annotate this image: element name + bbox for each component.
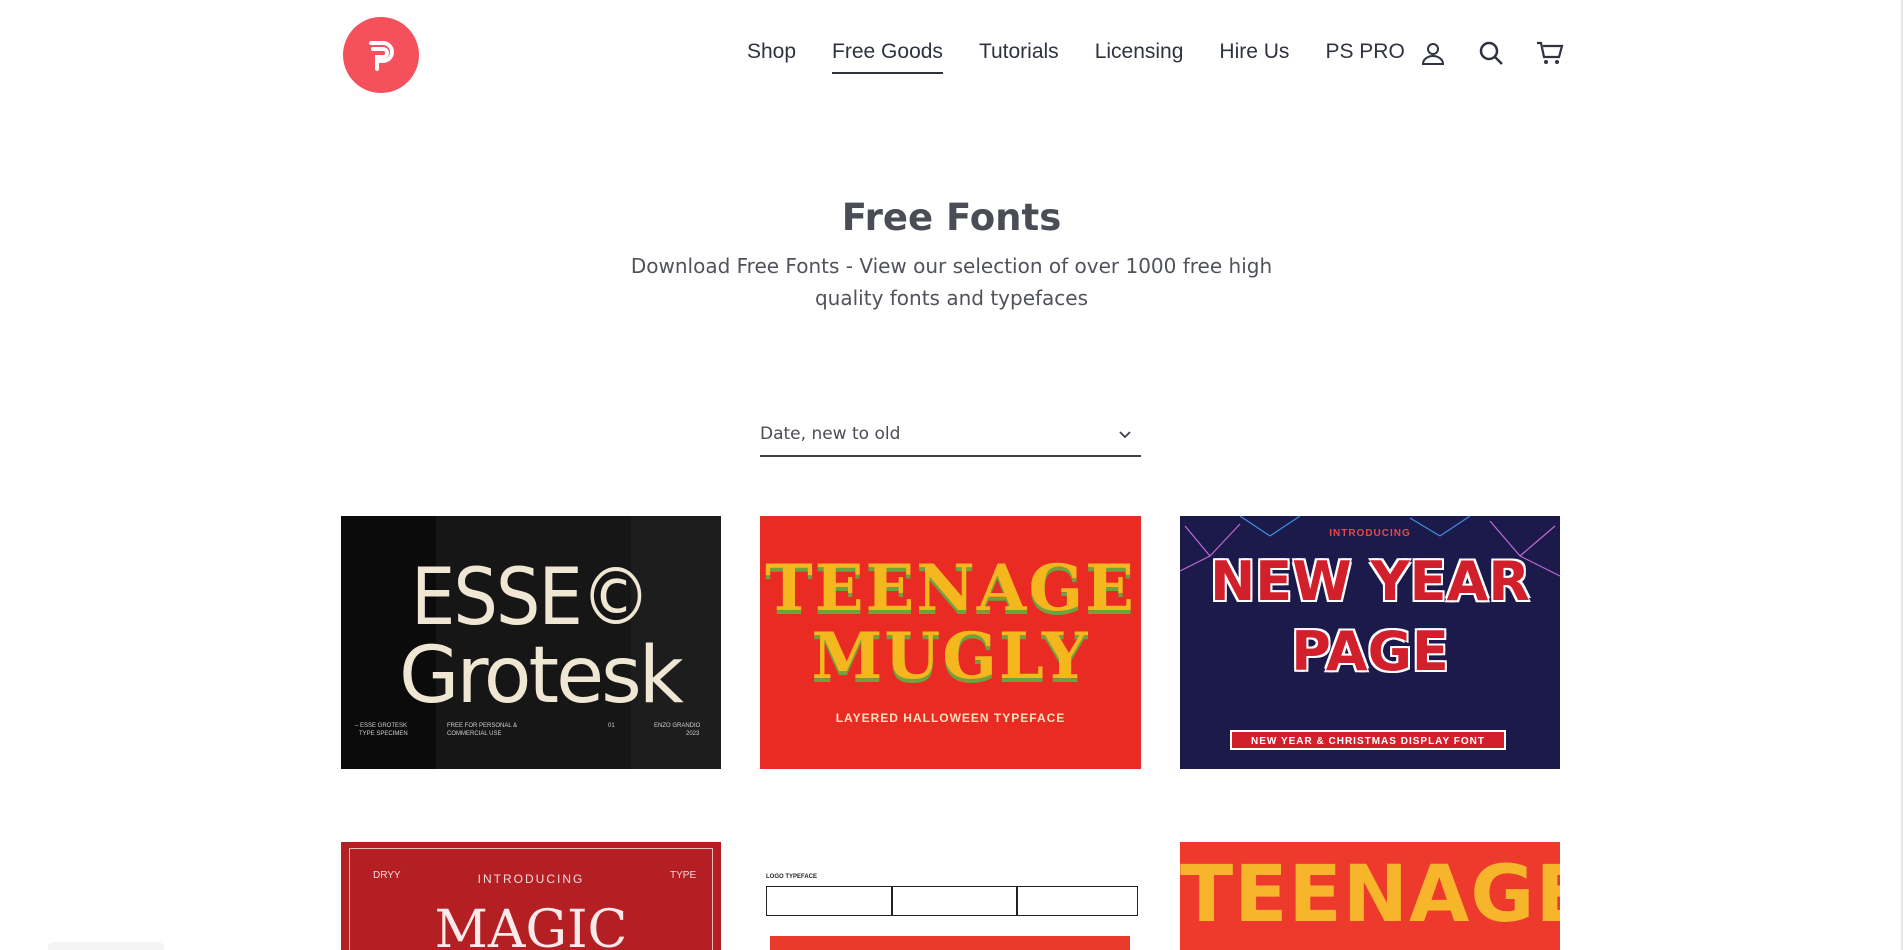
card-detail: TYPE SPECIMEN xyxy=(359,731,408,737)
page-subtitle: Download Free Fonts - View our selection… xyxy=(630,254,1273,310)
card-detail: – ESSE GROTESK xyxy=(355,723,408,729)
product-card[interactable]: TEENAGE xyxy=(1180,842,1560,950)
card-detail: INTRODUCING xyxy=(477,872,585,886)
product-card[interactable]: INTRODUCING NEW YEAR PAGE NEW YEAR & CHR… xyxy=(1180,516,1560,769)
nav-free-goods[interactable]: Free Goods xyxy=(832,40,943,74)
card-headline: MUGLY xyxy=(811,619,1090,694)
card-headline: TEENAGE xyxy=(765,551,1136,626)
logo-icon[interactable] xyxy=(343,17,419,93)
product-card[interactable]: ESSE© Grotesk – ESSE GROTESK TYPE SPECIM… xyxy=(341,516,721,769)
card-headline: MAGIC xyxy=(434,900,628,950)
card-detail: NEW YEAR & CHRISTMAS DISPLAY FONT xyxy=(1230,730,1506,750)
card-headline: TEENAGE xyxy=(1180,850,1560,940)
product-card[interactable]: LOGO TYPEFACE xyxy=(760,842,1141,950)
cart-icon[interactable] xyxy=(1536,40,1564,66)
search-icon[interactable] xyxy=(1478,40,1504,66)
header-icons xyxy=(1420,40,1564,66)
card-detail: ENZO GRANDIO xyxy=(654,723,701,729)
card-detail: COMMERCIAL USE xyxy=(447,731,502,737)
page-title: Free Fonts xyxy=(841,196,1062,239)
main-nav: Shop Free Goods Tutorials Licensing Hire… xyxy=(747,40,1441,74)
bottom-popup-edge xyxy=(48,942,164,950)
card-headline: Grotesk xyxy=(399,631,684,721)
nav-ps-pro[interactable]: PS PRO xyxy=(1325,40,1404,74)
nav-shop[interactable]: Shop xyxy=(747,40,796,74)
nav-licensing[interactable]: Licensing xyxy=(1095,40,1184,74)
card-detail: INTRODUCING xyxy=(1329,528,1411,539)
nav-hire-us[interactable]: Hire Us xyxy=(1219,40,1289,74)
account-icon[interactable] xyxy=(1420,40,1446,66)
sort-selected: Date, new to old xyxy=(760,423,901,444)
card-headline: PAGE xyxy=(1291,620,1449,683)
card-headline: ESSE© xyxy=(411,553,651,643)
product-card[interactable]: DRYY TYPE INTRODUCING MAGIC xyxy=(341,842,721,950)
card-headline: NEW YEAR xyxy=(1210,550,1530,613)
card-detail: LOGO TYPEFACE xyxy=(766,874,818,880)
nav-tutorials[interactable]: Tutorials xyxy=(979,40,1059,74)
card-detail: LAYERED HALLOWEEN TYPEFACE xyxy=(835,711,1066,725)
sort-select[interactable]: Date, new to old xyxy=(760,412,1141,457)
card-detail: FREE FOR PERSONAL & xyxy=(447,723,518,729)
product-card[interactable]: TEENAGE MUGLY LAYERED HALLOWEEN TYPEFACE xyxy=(760,516,1141,769)
card-detail: 2023 xyxy=(686,731,700,737)
card-detail: 01 xyxy=(608,723,615,729)
chevron-down-icon xyxy=(1119,430,1131,438)
site-header: Shop Free Goods Tutorials Licensing Hire… xyxy=(0,0,1903,110)
